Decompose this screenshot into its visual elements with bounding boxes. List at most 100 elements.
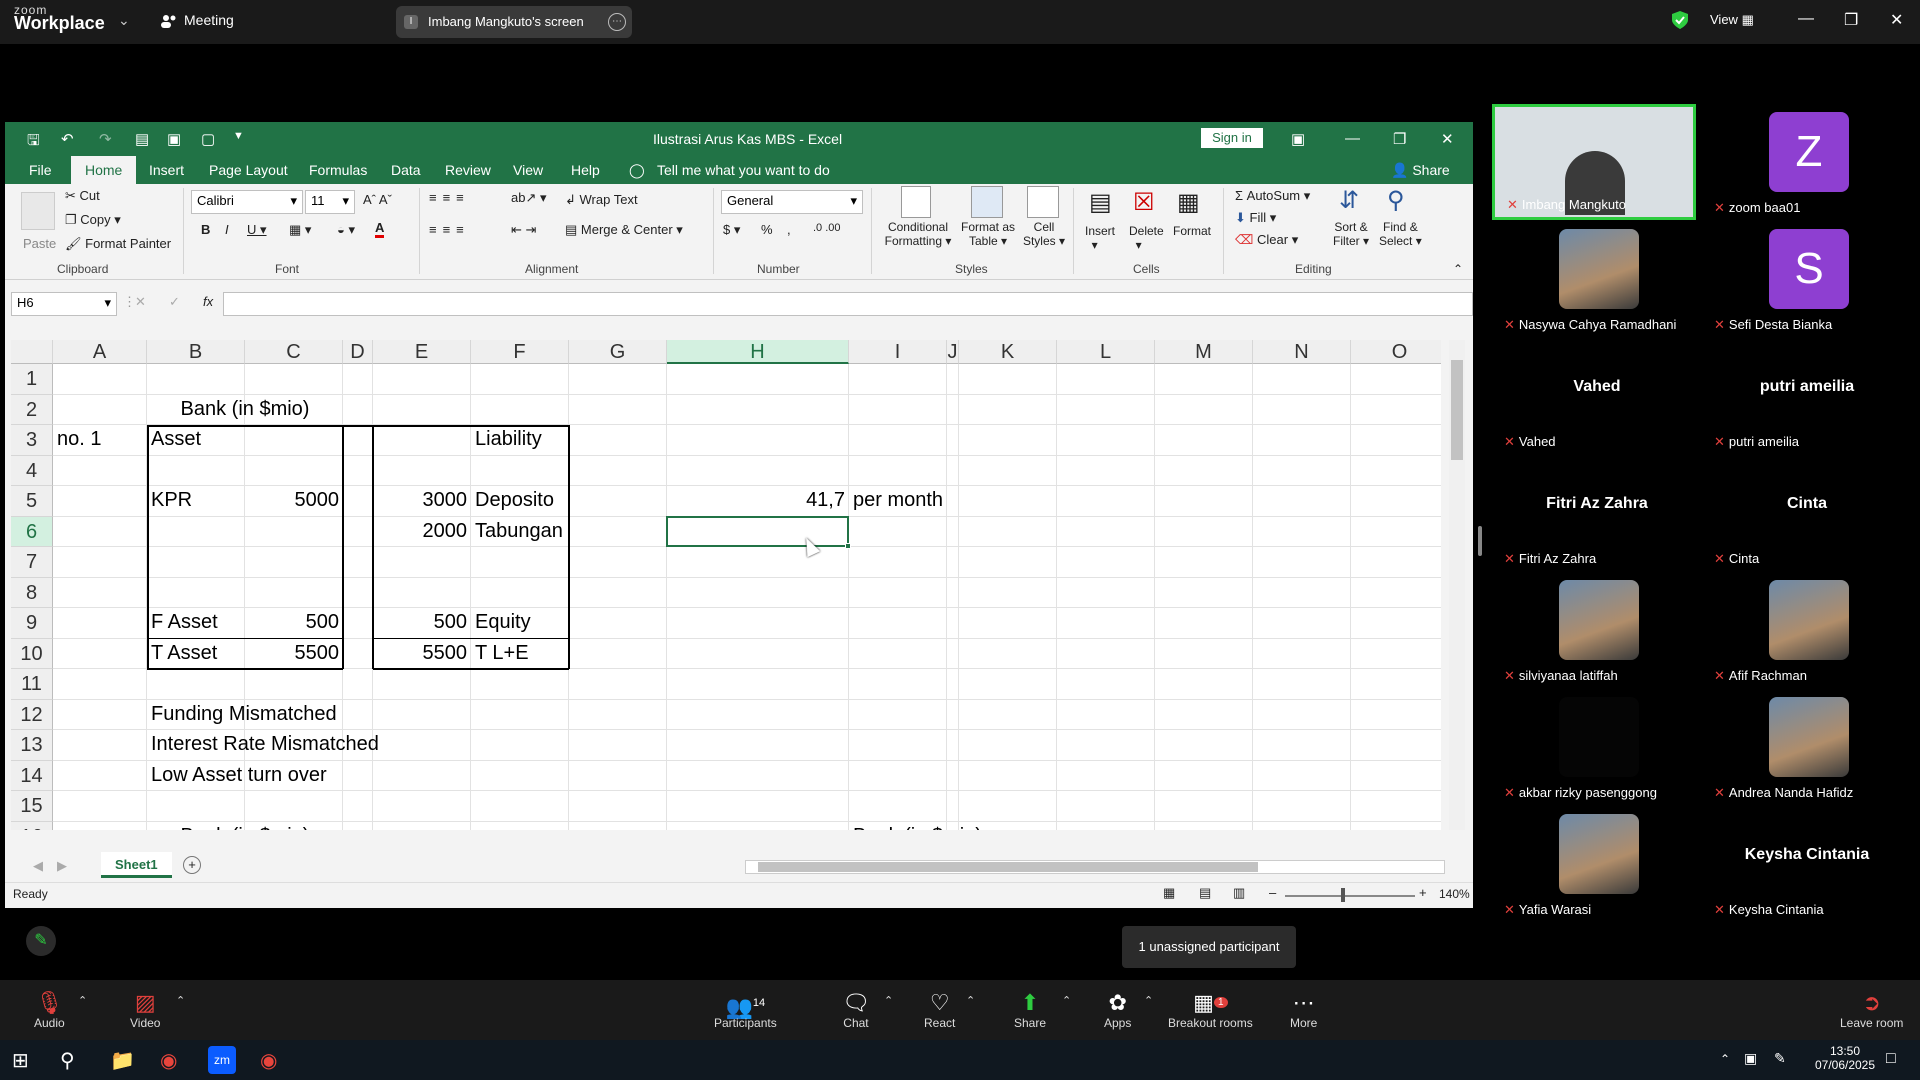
tray-chevron-icon[interactable]: ⌃ — [1720, 1052, 1730, 1066]
italic-button[interactable]: I — [225, 222, 229, 237]
row-header-12[interactable]: 12 — [11, 699, 53, 730]
cell-E6[interactable]: 2000 — [373, 520, 468, 551]
cancel-entry-icon[interactable]: ✕ — [135, 294, 146, 310]
horizontal-scrollbar[interactable] — [745, 860, 1445, 874]
conditional-formatting-icon[interactable] — [901, 186, 931, 218]
find-select-button[interactable]: Find & Select ▾ — [1379, 220, 1422, 248]
cell-I5[interactable]: per month — [853, 489, 943, 520]
bold-button[interactable]: B — [201, 222, 210, 237]
minimize-icon[interactable]: — — [1798, 10, 1814, 28]
column-header-H[interactable]: H — [667, 340, 849, 364]
borders-icon[interactable]: ▦ ▾ — [289, 222, 311, 238]
cell-B3[interactable]: Asset — [151, 428, 201, 459]
cut-button[interactable]: ✂ Cut — [65, 188, 100, 204]
horizontal-align-icons[interactable]: ≡≡≡ — [429, 222, 470, 237]
file-explorer-icon[interactable]: 📁 — [110, 1048, 135, 1073]
row-header-10[interactable]: 10 — [11, 638, 53, 669]
column-header-O[interactable]: O — [1351, 340, 1441, 364]
chrome-icon[interactable]: ◉ — [160, 1048, 177, 1073]
column-header-F[interactable]: F — [471, 340, 569, 364]
cell-E5[interactable]: 3000 — [373, 489, 468, 520]
row-header-13[interactable]: 13 — [11, 730, 53, 761]
participant-tile[interactable]: Fitri Az Zahra ✕ Fitri Az Zahra — [1492, 455, 1702, 571]
accounting-format-icon[interactable]: $ ▾ — [723, 222, 740, 238]
number-format-dropdown[interactable]: General ▾ — [721, 190, 863, 214]
print-preview-icon[interactable]: ▤ — [135, 130, 149, 148]
participant-tile[interactable]: S ✕ Sefi Desta Bianka — [1702, 221, 1912, 337]
page-break-view-icon[interactable]: ▥ — [1233, 885, 1245, 901]
excel-restore-icon[interactable]: ❐ — [1393, 130, 1406, 148]
font-name-dropdown[interactable]: Calibri ▾ — [191, 190, 303, 214]
orientation-icon[interactable]: ab↗ ▾ — [511, 190, 547, 206]
participant-tile[interactable]: ✕ Andrea Nanda Hafidz — [1702, 689, 1912, 805]
view-button[interactable]: View ▦ — [1710, 12, 1754, 28]
tab-formulas[interactable]: Formulas — [309, 162, 367, 178]
column-header-G[interactable]: G — [569, 340, 667, 364]
column-header-C[interactable]: C — [245, 340, 343, 364]
column-header-D[interactable]: D — [343, 340, 373, 364]
copy-button[interactable]: ❐ Copy ▾ — [65, 212, 121, 228]
share-options-chevron-icon[interactable]: ⌃ — [1062, 994, 1071, 1007]
insert-cells-icon[interactable]: ▤ — [1089, 188, 1112, 217]
search-icon[interactable]: ⚲ — [60, 1048, 75, 1073]
column-header-K[interactable]: K — [959, 340, 1057, 364]
paste-button[interactable]: Paste — [23, 236, 56, 251]
name-box[interactable]: H6 ▾ — [11, 292, 117, 316]
participant-tile[interactable]: ✕ Imbang Mangkuto — [1492, 104, 1696, 220]
participant-tile[interactable]: putri ameilia ✕ putri ameilia — [1702, 338, 1912, 454]
clear-button[interactable]: ⌫ Clear ▾ — [1235, 232, 1298, 248]
chevron-down-icon[interactable]: ⌄ — [118, 12, 130, 29]
font-color-icon[interactable]: A — [375, 220, 385, 238]
sort-filter-button[interactable]: Sort & Filter ▾ — [1333, 220, 1369, 248]
more-options-icon[interactable]: ⋯ — [608, 13, 626, 31]
wrap-text-button[interactable]: ↲ Wrap Text — [565, 192, 638, 208]
participant-tile[interactable]: Cinta ✕ Cinta — [1702, 455, 1912, 571]
cell-B14[interactable]: Low Asset turn over — [151, 764, 327, 795]
more-button[interactable]: ⋯ More — [1290, 990, 1317, 1030]
cell-A3[interactable]: no. 1 — [57, 428, 101, 459]
cell-styles-icon[interactable] — [1027, 186, 1059, 218]
tab-page-layout[interactable]: Page Layout — [209, 162, 288, 178]
format-painter-button[interactable]: 🖌 Format Painter — [65, 236, 171, 252]
collapse-ribbon-icon[interactable]: ⌃ — [1453, 262, 1463, 276]
cell-B13[interactable]: Interest Rate Mismatched — [151, 733, 379, 764]
apps-button[interactable]: ✿ Apps — [1104, 990, 1131, 1030]
chrome-active-icon[interactable]: ◉ — [260, 1048, 277, 1073]
format-as-table-icon[interactable] — [971, 186, 1003, 218]
breakout-rooms-button[interactable]: ▦ 1 Breakout rooms — [1168, 990, 1253, 1030]
video-button[interactable]: ▨ Video — [130, 990, 160, 1030]
excel-minimize-icon[interactable]: — — [1345, 130, 1360, 147]
share-button[interactable]: 👤 Share — [1391, 162, 1450, 179]
cell-B16[interactable]: Bank (in $mio) — [147, 825, 343, 831]
tab-review[interactable]: Review — [445, 162, 491, 178]
row-header-6[interactable]: 6 — [11, 516, 53, 547]
participant-tile[interactable]: ✕ Yafia Warasi — [1492, 806, 1702, 922]
tab-file[interactable]: File — [29, 162, 52, 178]
participant-tile[interactable]: ✕ silviyanaa latiffah — [1492, 572, 1702, 688]
column-header-E[interactable]: E — [373, 340, 471, 364]
tab-home[interactable]: Home — [71, 156, 137, 184]
decimal-icons[interactable]: .0 .00 — [813, 222, 841, 234]
page-layout-view-icon[interactable]: ▤ — [1199, 885, 1211, 901]
delete-button[interactable]: Delete ▾ — [1129, 224, 1164, 252]
screen-share-indicator[interactable]: I Imbang Mangkuto's screen ⋯ — [396, 6, 632, 38]
excel-close-icon[interactable]: ✕ — [1441, 130, 1454, 148]
grow-font-icon[interactable]: Aˆ Aˇ — [363, 192, 392, 207]
windows-start-icon[interactable]: ⊞ — [12, 1048, 29, 1073]
normal-view-icon[interactable]: ▦ — [1163, 885, 1175, 901]
formula-input[interactable] — [223, 292, 1473, 316]
participant-tile[interactable]: Z ✕ zoom baa01 — [1702, 104, 1912, 220]
row-header-5[interactable]: 5 — [11, 486, 53, 517]
save-icon[interactable]: 🖫 — [27, 130, 40, 155]
autosum-button[interactable]: Σ AutoSum ▾ — [1235, 188, 1310, 204]
apps-options-chevron-icon[interactable]: ⌃ — [1144, 994, 1153, 1007]
participant-tile[interactable]: ✕ Afif Rachman — [1702, 572, 1912, 688]
comma-icon[interactable]: , — [787, 222, 791, 237]
zoom-level[interactable]: 140% — [1439, 887, 1470, 901]
underline-button[interactable]: U ▾ — [247, 222, 267, 238]
column-header-J[interactable]: J — [947, 340, 959, 364]
zoom-in-icon[interactable]: + — [1419, 885, 1427, 900]
audio-button[interactable]: 🎙 Audio — [34, 990, 65, 1030]
next-sheet-icon[interactable]: ▶ — [57, 858, 67, 874]
cell-B2[interactable]: Bank (in $mio) — [147, 398, 343, 429]
